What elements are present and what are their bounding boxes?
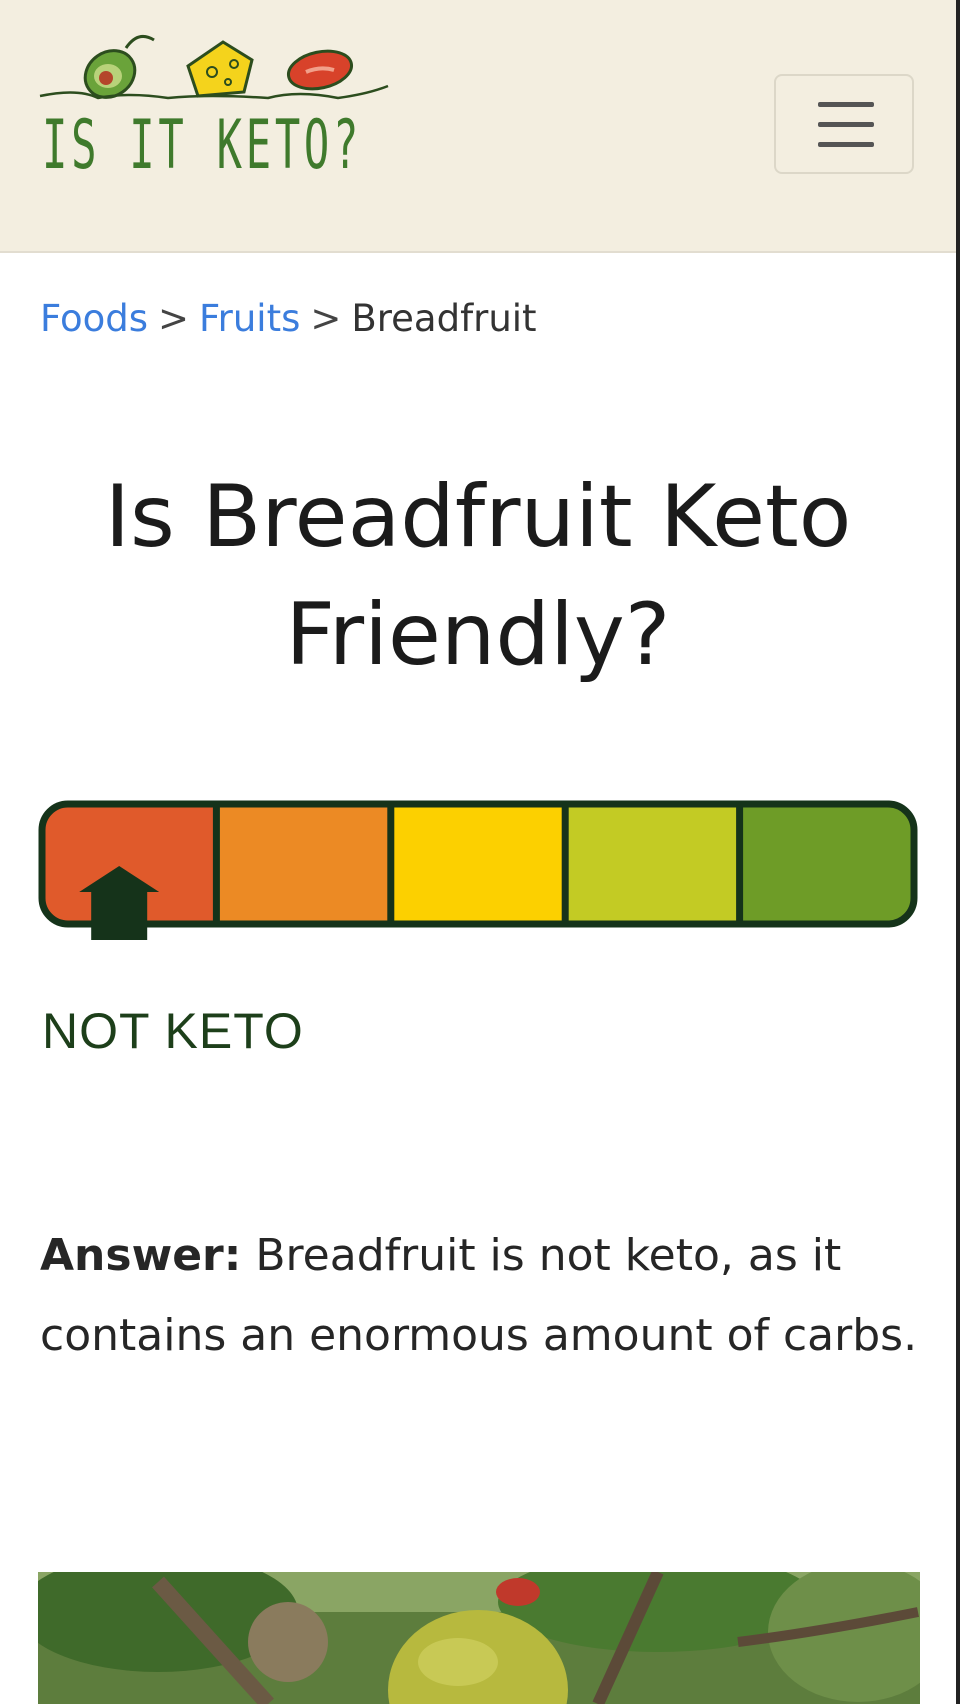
cheese-icon: [186, 40, 254, 98]
breadfruit-photo: [38, 1572, 920, 1704]
viewport-edge: [956, 0, 960, 1704]
menu-toggle-button[interactable]: [774, 74, 914, 174]
hamburger-menu-icon-bar-3: [818, 142, 874, 147]
breadcrumb-separator: >: [310, 297, 342, 340]
meter-segment-4: [565, 804, 740, 924]
logo-foods-illustration: [39, 34, 389, 100]
keto-meter: [38, 800, 918, 940]
page-title: Is Breadfruit Keto Friendly?: [104, 466, 852, 685]
meter-segment-3: [390, 804, 566, 924]
meter-segment-2: [216, 804, 391, 924]
breadcrumb-separator: >: [158, 297, 190, 340]
keto-meter-graphic: [38, 800, 918, 940]
breadcrumb: Foods > Fruits > Breadfruit: [40, 300, 537, 337]
site-header: IS IT KETO?: [0, 0, 958, 253]
meter-segment-5: [739, 804, 914, 924]
breadcrumb-link-foods[interactable]: Foods: [40, 297, 148, 340]
hamburger-menu-icon-bar-2: [818, 122, 874, 127]
logo-wordmark: IS IT KETO?: [42, 106, 363, 185]
tomato-icon: [286, 49, 354, 91]
breadfruit-image: [38, 1572, 920, 1704]
hamburger-menu-icon: [818, 102, 874, 107]
site-logo[interactable]: IS IT KETO?: [38, 26, 428, 196]
answer-label: Answer:: [40, 1230, 242, 1281]
breadcrumb-link-fruits[interactable]: Fruits: [199, 297, 300, 340]
answer-paragraph: Answer: Breadfruit is not keto, as it co…: [40, 1216, 920, 1376]
keto-verdict: NOT KETO: [42, 1003, 304, 1059]
breadcrumb-current: Breadfruit: [351, 297, 537, 340]
